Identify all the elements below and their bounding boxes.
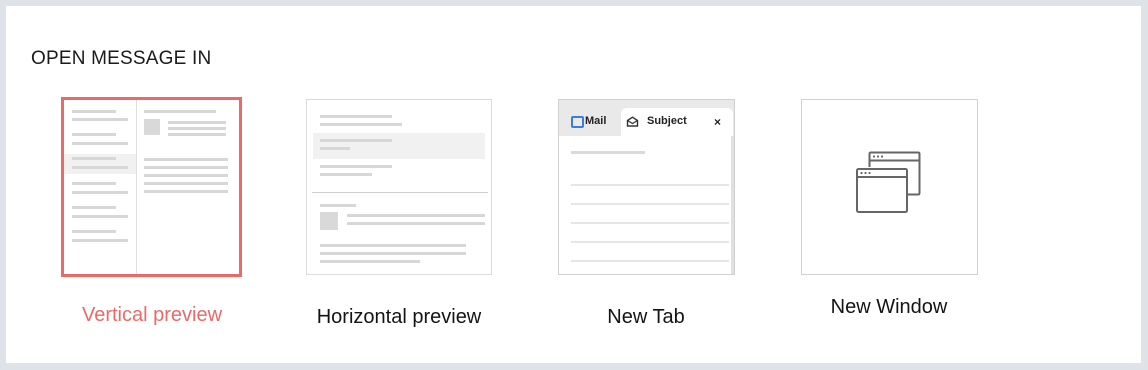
close-icon: × (714, 115, 722, 129)
option-new-tab[interactable]: Mail Subject × New Tab (541, 6, 771, 346)
option-label: New Tab (607, 306, 685, 328)
option-label: Vertical preview (81, 304, 223, 326)
option-horizontal-preview[interactable]: Horizontal preview (286, 6, 516, 346)
subject-tab-label: Subject (647, 115, 687, 127)
mail-tab-icon (571, 116, 584, 128)
option-vertical-preview[interactable]: Vertical preview (6, 6, 306, 346)
settings-panel: OPEN MESSAGE IN Vertical preview Horizon… (6, 6, 1141, 363)
new-tab-thumbnail: Mail Subject × (558, 99, 735, 275)
mail-tab-label: Mail (585, 115, 607, 127)
envelope-icon (626, 116, 639, 127)
option-new-window[interactable]: New Window (786, 6, 1016, 346)
horizontal-preview-thumbnail (306, 99, 492, 275)
vertical-preview-thumbnail (61, 97, 242, 277)
option-label: Horizontal preview (316, 306, 482, 328)
new-window-thumbnail (801, 99, 978, 275)
windows-icon (856, 151, 921, 213)
option-label: New Window (830, 296, 948, 318)
